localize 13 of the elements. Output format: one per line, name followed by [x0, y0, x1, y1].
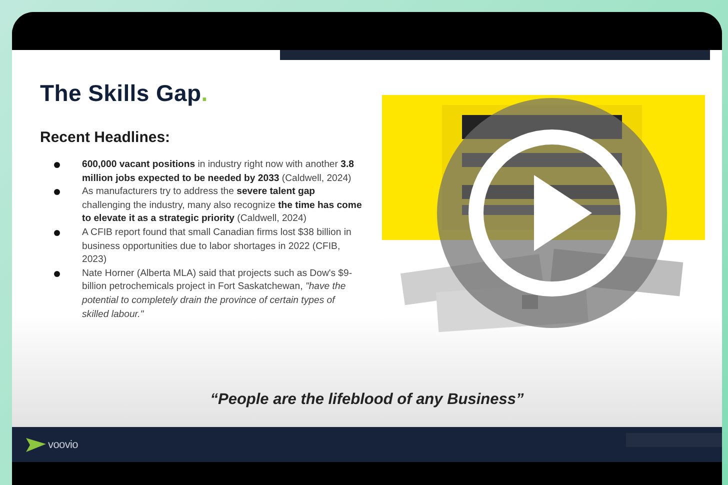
bullet-icon: [54, 189, 60, 196]
bullet-icon: [54, 270, 60, 277]
slide-title: The Skills Gap.: [40, 80, 209, 107]
logo-text: voovio: [48, 438, 78, 450]
bullet-icon: [54, 162, 60, 168]
slide-subtitle: Recent Headlines:: [40, 129, 172, 146]
bullet-text: A CFIB report found that small Canadian firms lost $38 billion in business opportunities due to labor shortages in 2022 (CFIB, 2023): [82, 226, 352, 267]
bullet-text: Nate Horner (Alberta MLA) said that projects such as Dow's $9-billion petrochemicals project in Fort Saskatchewan, "have the potential to completely drain the province of certain types of skilled labour.": [82, 266, 354, 322]
slide-quote: “People are the lifeblood of any Business”: [210, 391, 524, 409]
bullet-text: As manufacturers try to address the severe talent gap challenging the industry, many also recognize the time has come to elevate it as a strategic priority (Caldwell, 2024): [82, 185, 362, 226]
bullet-text: 600,000 vacant positions in industry right now with another 3.8 million jobs expected to be needed by 2033 (Caldwell, 2024): [82, 158, 355, 186]
logo-icon: [26, 438, 46, 452]
bullet-icon: [54, 230, 60, 236]
